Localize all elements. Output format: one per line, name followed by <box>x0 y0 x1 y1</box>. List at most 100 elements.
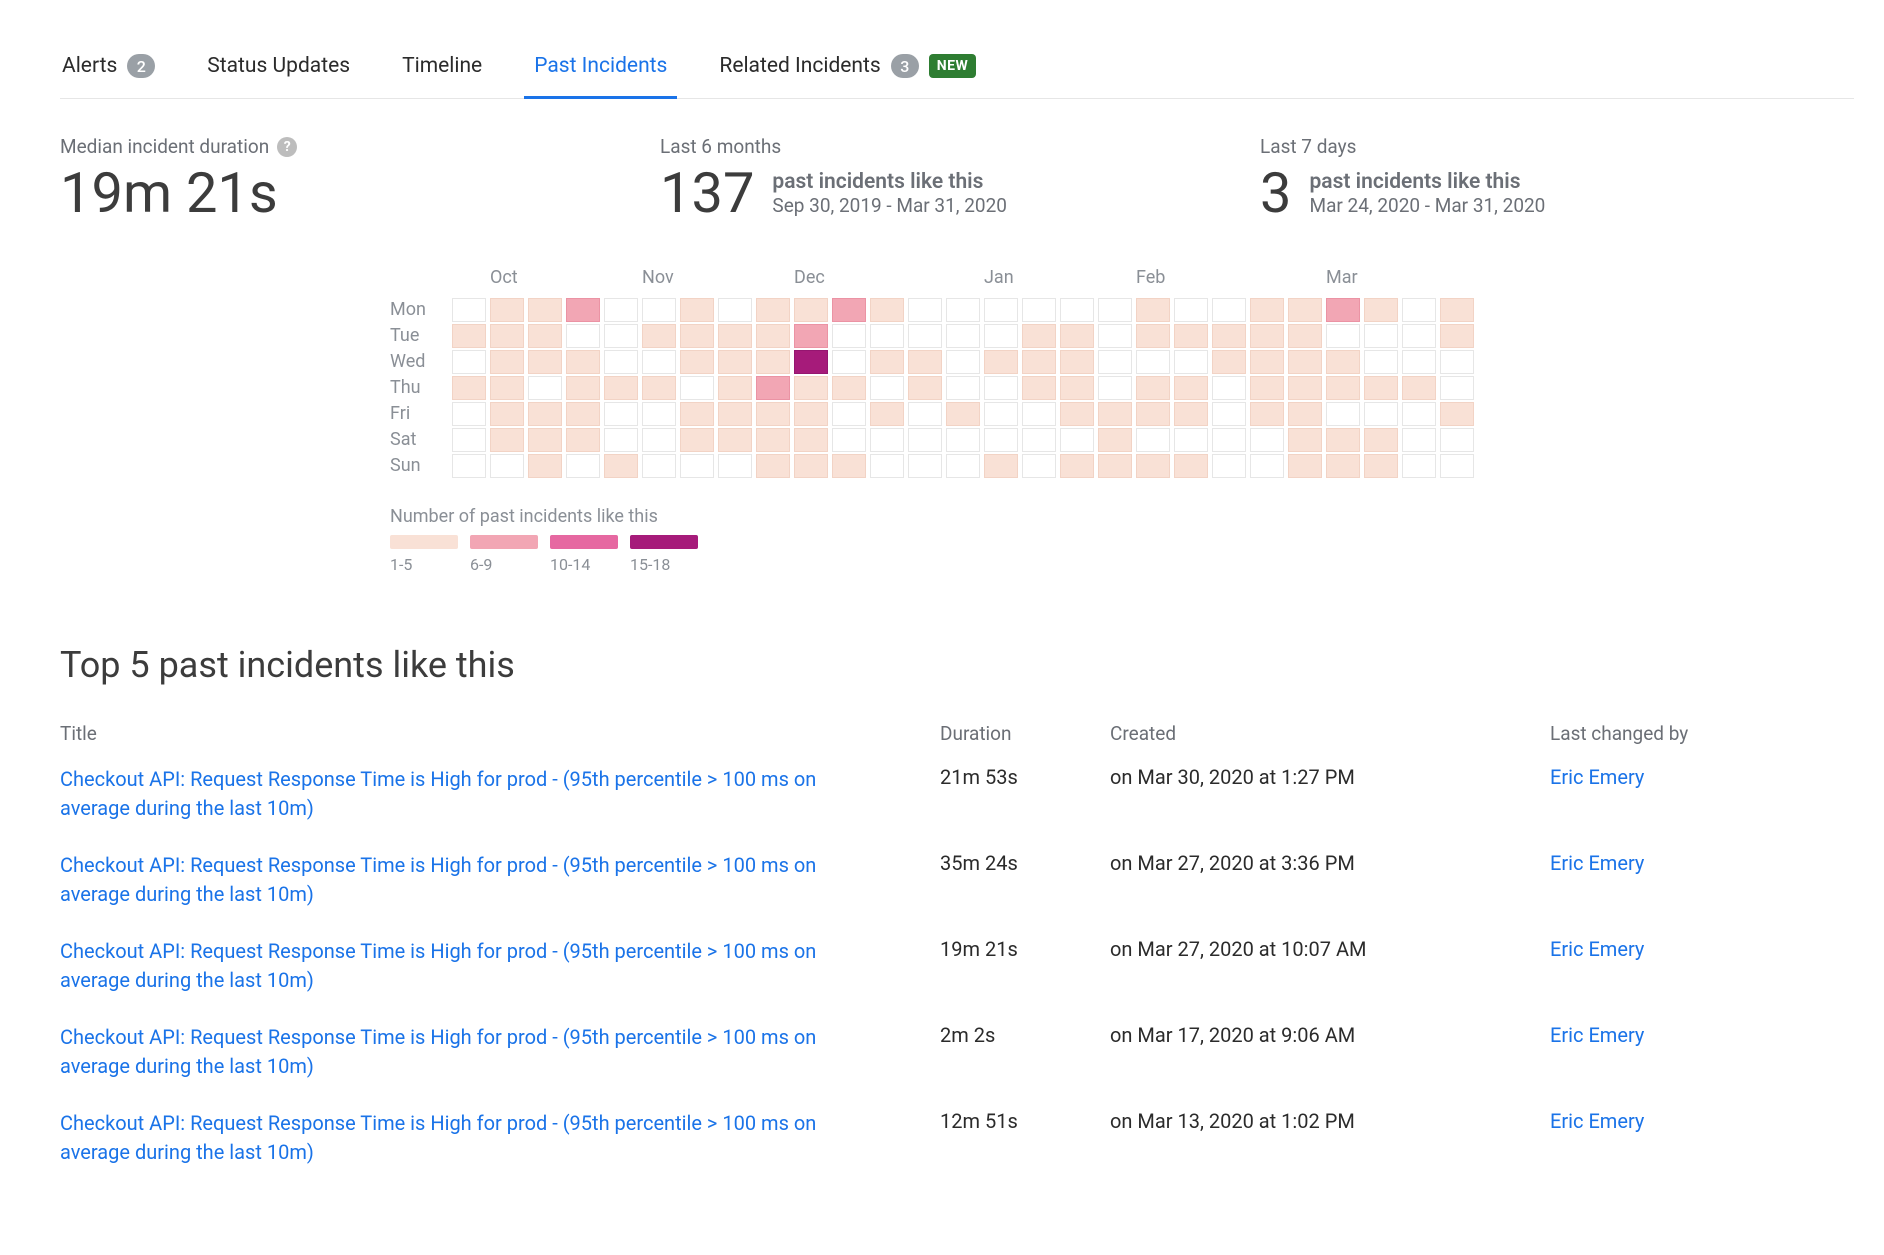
heatmap-cell[interactable] <box>1098 402 1132 426</box>
heatmap-cell[interactable] <box>1250 376 1284 400</box>
heatmap-cell[interactable] <box>1098 376 1132 400</box>
heatmap-cell[interactable] <box>794 454 828 478</box>
heatmap-cell[interactable] <box>946 324 980 348</box>
heatmap-cell[interactable] <box>604 402 638 426</box>
heatmap-cell[interactable] <box>1288 376 1322 400</box>
heatmap-cell[interactable] <box>1174 454 1208 478</box>
heatmap-cell[interactable] <box>984 324 1018 348</box>
heatmap-cell[interactable] <box>832 402 866 426</box>
heatmap-cell[interactable] <box>1060 376 1094 400</box>
heatmap-cell[interactable] <box>1174 350 1208 374</box>
heatmap-cell[interactable] <box>870 428 904 452</box>
heatmap-cell[interactable] <box>1136 298 1170 322</box>
heatmap-cell[interactable] <box>604 350 638 374</box>
heatmap-cell[interactable] <box>490 350 524 374</box>
heatmap-cell[interactable] <box>1022 402 1056 426</box>
heatmap-cell[interactable] <box>1364 350 1398 374</box>
heatmap-cell[interactable] <box>642 324 676 348</box>
heatmap-cell[interactable] <box>604 324 638 348</box>
heatmap-cell[interactable] <box>680 298 714 322</box>
tab-status-updates[interactable]: Status Updates <box>205 40 352 98</box>
heatmap-cell[interactable] <box>1326 376 1360 400</box>
tab-timeline[interactable]: Timeline <box>400 40 484 98</box>
heatmap-cell[interactable] <box>566 428 600 452</box>
heatmap-cell[interactable] <box>490 402 524 426</box>
heatmap-cell[interactable] <box>1060 298 1094 322</box>
heatmap-cell[interactable] <box>1440 402 1474 426</box>
heatmap-cell[interactable] <box>680 376 714 400</box>
heatmap-cell[interactable] <box>1326 428 1360 452</box>
heatmap-cell[interactable] <box>756 402 790 426</box>
changed-by-link[interactable]: Eric Emery <box>1550 1023 1644 1047</box>
heatmap-cell[interactable] <box>528 350 562 374</box>
heatmap-cell[interactable] <box>566 350 600 374</box>
changed-by-link[interactable]: Eric Emery <box>1550 1109 1644 1133</box>
heatmap-cell[interactable] <box>984 428 1018 452</box>
heatmap-cell[interactable] <box>452 324 486 348</box>
incident-title-link[interactable]: Checkout API: Request Response Time is H… <box>60 939 816 992</box>
heatmap-cell[interactable] <box>1022 454 1056 478</box>
heatmap-cell[interactable] <box>870 376 904 400</box>
heatmap-cell[interactable] <box>1250 298 1284 322</box>
heatmap-cell[interactable] <box>984 376 1018 400</box>
heatmap-cell[interactable] <box>452 298 486 322</box>
help-icon[interactable]: ? <box>277 137 297 157</box>
heatmap-cell[interactable] <box>1022 376 1056 400</box>
heatmap-cell[interactable] <box>794 324 828 348</box>
heatmap-cell[interactable] <box>1364 376 1398 400</box>
heatmap-cell[interactable] <box>1402 324 1436 348</box>
heatmap-cell[interactable] <box>452 350 486 374</box>
heatmap-cell[interactable] <box>1098 324 1132 348</box>
heatmap-cell[interactable] <box>1288 324 1322 348</box>
heatmap-cell[interactable] <box>832 298 866 322</box>
heatmap-cell[interactable] <box>1136 350 1170 374</box>
heatmap-cell[interactable] <box>1060 428 1094 452</box>
heatmap-cell[interactable] <box>870 402 904 426</box>
heatmap-cell[interactable] <box>490 324 524 348</box>
changed-by-link[interactable]: Eric Emery <box>1550 851 1644 875</box>
heatmap-cell[interactable] <box>1212 454 1246 478</box>
heatmap-cell[interactable] <box>1022 298 1056 322</box>
heatmap-cell[interactable] <box>452 428 486 452</box>
heatmap-cell[interactable] <box>794 350 828 374</box>
incident-title-link[interactable]: Checkout API: Request Response Time is H… <box>60 1111 816 1164</box>
heatmap-cell[interactable] <box>642 376 676 400</box>
heatmap-cell[interactable] <box>984 402 1018 426</box>
heatmap-cell[interactable] <box>1212 428 1246 452</box>
heatmap-cell[interactable] <box>680 324 714 348</box>
heatmap-cell[interactable] <box>1212 298 1246 322</box>
heatmap-cell[interactable] <box>1212 376 1246 400</box>
heatmap-cell[interactable] <box>794 298 828 322</box>
heatmap-cell[interactable] <box>946 376 980 400</box>
heatmap-cell[interactable] <box>946 454 980 478</box>
heatmap-cell[interactable] <box>1098 428 1132 452</box>
heatmap-cell[interactable] <box>756 350 790 374</box>
heatmap-cell[interactable] <box>604 376 638 400</box>
heatmap-cell[interactable] <box>1098 454 1132 478</box>
heatmap-cell[interactable] <box>756 324 790 348</box>
heatmap-cell[interactable] <box>1326 402 1360 426</box>
heatmap-cell[interactable] <box>1288 402 1322 426</box>
heatmap-cell[interactable] <box>680 428 714 452</box>
heatmap-cell[interactable] <box>1060 402 1094 426</box>
heatmap-cell[interactable] <box>1288 350 1322 374</box>
heatmap-cell[interactable] <box>1402 298 1436 322</box>
heatmap-cell[interactable] <box>1364 298 1398 322</box>
heatmap-cell[interactable] <box>1326 324 1360 348</box>
incident-title-link[interactable]: Checkout API: Request Response Time is H… <box>60 853 816 906</box>
heatmap-cell[interactable] <box>642 402 676 426</box>
tab-related-incidents[interactable]: Related Incidents 3 NEW <box>717 40 978 98</box>
heatmap-cell[interactable] <box>1022 428 1056 452</box>
heatmap-cell[interactable] <box>1060 454 1094 478</box>
heatmap-cell[interactable] <box>642 298 676 322</box>
heatmap-cell[interactable] <box>1402 428 1436 452</box>
heatmap-cell[interactable] <box>1402 376 1436 400</box>
heatmap-cell[interactable] <box>832 454 866 478</box>
heatmap-cell[interactable] <box>1440 350 1474 374</box>
heatmap-cell[interactable] <box>1440 428 1474 452</box>
heatmap-cell[interactable] <box>528 376 562 400</box>
heatmap-cell[interactable] <box>1364 324 1398 348</box>
heatmap-cell[interactable] <box>756 376 790 400</box>
heatmap-cell[interactable] <box>642 350 676 374</box>
heatmap-cell[interactable] <box>908 402 942 426</box>
